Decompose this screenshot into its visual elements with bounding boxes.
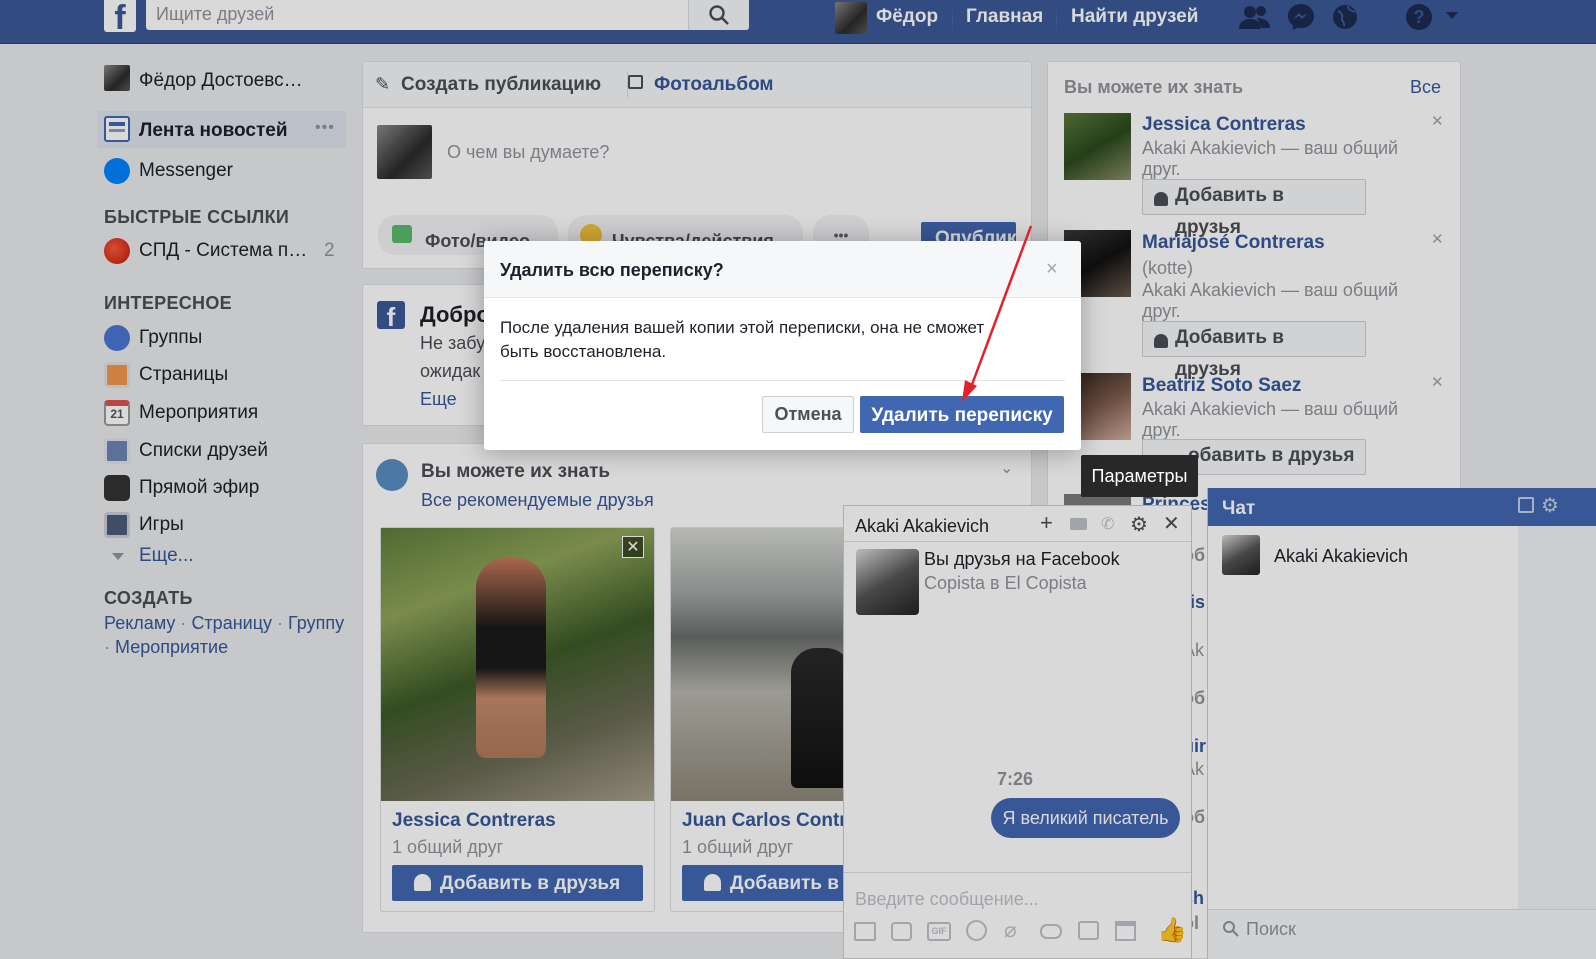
dialog-title: Удалить всю переписку?	[500, 260, 724, 280]
dialog-body-line: быть восстановлена.	[500, 342, 667, 361]
dialog-body-line: После удаления вашей копии этой переписк…	[500, 318, 985, 337]
close-icon[interactable]: ×	[1046, 258, 1058, 281]
tooltip: Параметры	[1081, 455, 1198, 497]
cancel-button[interactable]: Отмена	[762, 396, 854, 433]
modal-backdrop[interactable]	[0, 0, 1596, 959]
annotation-arrow	[962, 225, 1033, 402]
